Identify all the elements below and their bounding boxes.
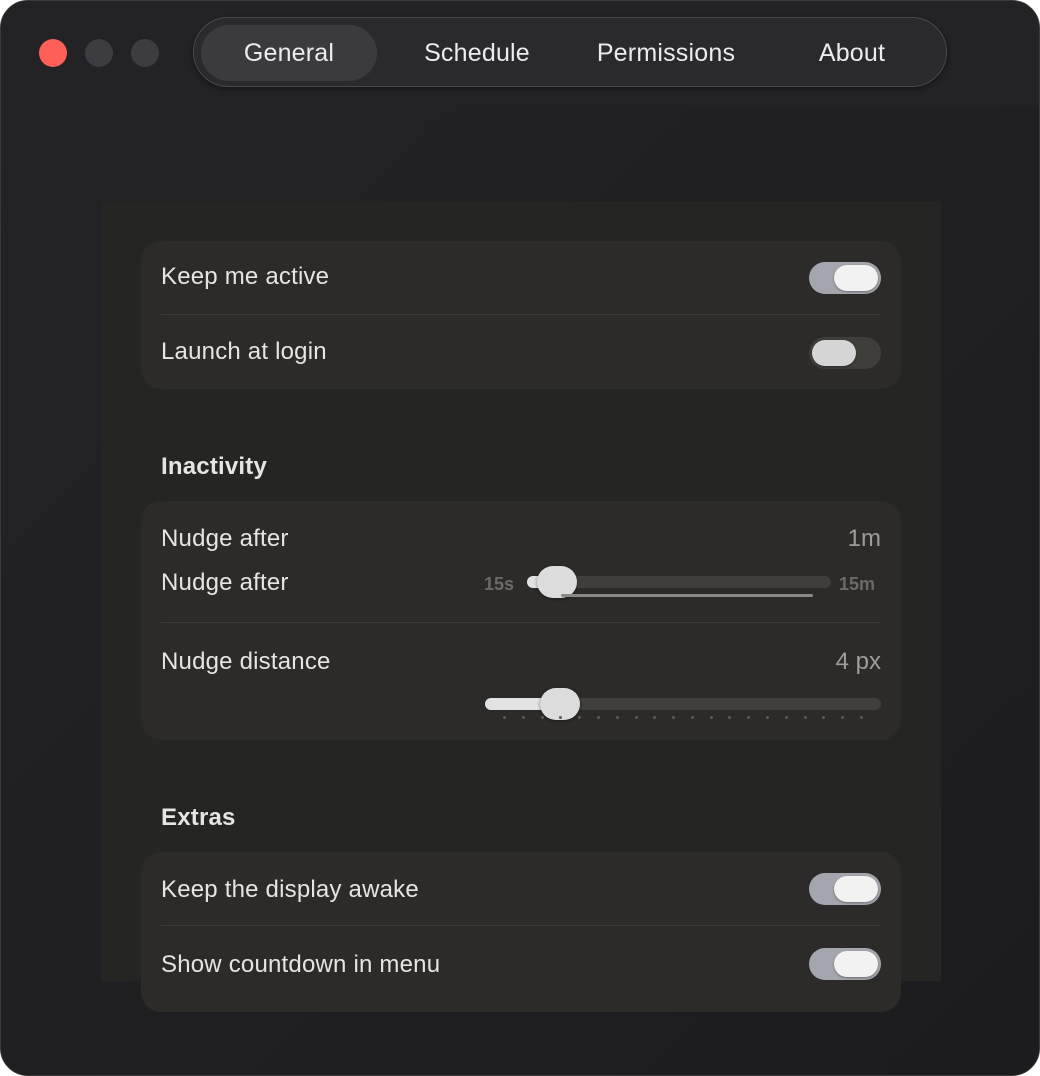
nudge-after-value: 1m [847,525,881,552]
general-card: Keep me active Launch at login [141,241,901,389]
nudge-after-range-indicator [561,594,813,597]
nudge-distance-value: 4 px [835,648,881,675]
countdown-toggle[interactable] [809,948,881,980]
launch-login-toggle[interactable] [809,337,881,369]
tab-general[interactable]: General [201,25,377,81]
slider-tick [728,716,732,719]
nudge-after-min-label: 15s [484,574,515,594]
toggle-knob [834,876,878,902]
toggle-knob [834,951,878,977]
slider-tick [521,716,525,719]
row-divider [161,925,881,926]
slider-tick [766,716,770,719]
keep-active-label: Keep me active [161,263,330,290]
settings-window: General Schedule Permissions About Keep … [0,0,1040,1076]
settings-tab-bar: General Schedule Permissions About [193,17,947,87]
slider-tick [634,716,638,719]
close-window-button[interactable] [39,39,67,67]
toggle-knob [834,265,878,291]
title-bar: General Schedule Permissions About [1,1,1039,105]
countdown-label: Show countdown in menu [161,951,441,978]
general-settings-panel: Keep me active Launch at login Inactivit… [101,201,941,1012]
keep-active-toggle[interactable] [809,262,881,294]
slider-tick [709,716,713,719]
tab-about[interactable]: About [762,25,942,81]
slider-tick [559,716,563,719]
slider-tick [860,716,863,719]
nudge-after-slider-label: Nudge after [161,569,289,596]
nudge-distance-label: Nudge distance [161,648,331,675]
row-divider [161,622,881,623]
slider-tick [822,716,826,719]
display-awake-label: Keep the display awake [161,876,419,903]
extras-card: Keep the display awake Show countdown in… [141,852,901,1012]
extras-section-title: Extras [161,804,236,831]
settings-content: Keep me active Launch at login Inactivit… [1,105,1039,1075]
slider-tick [841,716,845,719]
slider-tick [503,716,506,719]
slider-tick [615,716,619,719]
tab-schedule[interactable]: Schedule [384,25,570,81]
nudge-distance-tick-marks [503,716,863,720]
slider-tick [784,716,788,719]
nudge-after-label: Nudge after [161,525,289,552]
display-awake-toggle[interactable] [809,873,881,905]
zoom-window-button[interactable] [131,39,159,67]
slider-tick [653,716,657,719]
inactivity-card: Nudge after 1m Nudge after 15s 15m Nudge… [141,501,901,740]
slider-tick [747,716,751,719]
slider-tick [803,716,807,719]
slider-tick [690,716,694,719]
minimize-window-button[interactable] [85,39,113,67]
nudge-after-max-label: 15m [839,574,876,594]
slider-tick [540,716,544,719]
slider-tick [672,716,676,719]
toggle-knob [812,340,856,366]
slider-tick [578,716,582,719]
inactivity-section-title: Inactivity [161,453,268,480]
row-divider [161,314,881,315]
slider-tick [596,716,600,719]
tab-permissions[interactable]: Permissions [570,25,762,81]
launch-login-label: Launch at login [161,338,327,365]
